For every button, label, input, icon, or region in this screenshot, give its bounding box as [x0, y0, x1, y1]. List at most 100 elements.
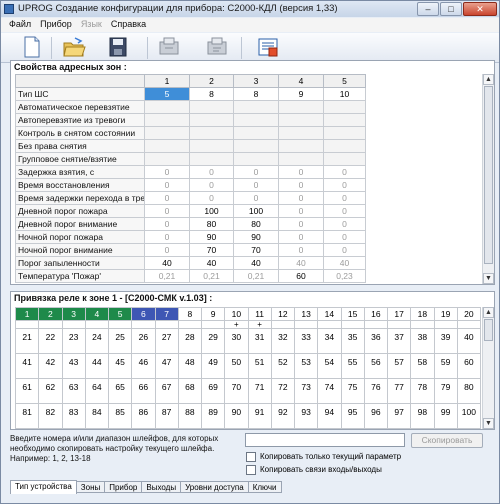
relay-cell[interactable]: 89: [200, 403, 226, 429]
relay-cell[interactable]: 98: [410, 403, 435, 429]
zone-value-cell[interactable]: 0,21: [189, 269, 234, 283]
menu-device[interactable]: Прибор: [36, 18, 77, 32]
zone-value-cell[interactable]: 0: [189, 178, 234, 192]
relay-cell[interactable]: 96: [363, 403, 389, 429]
zone-column-header[interactable]: 2: [189, 74, 234, 88]
scroll-thumb[interactable]: [484, 319, 493, 341]
relay-cell[interactable]: 68: [177, 378, 203, 404]
relay-cell[interactable]: 87: [154, 403, 179, 429]
relay-cell[interactable]: 52: [270, 353, 296, 379]
relay-cell[interactable]: 54: [317, 353, 342, 379]
zone-value-cell[interactable]: 0: [323, 191, 366, 205]
zone-value-cell[interactable]: [233, 126, 279, 140]
relay-cell[interactable]: 6: [131, 307, 156, 321]
tab-device-type[interactable]: Тип устройства: [10, 480, 77, 494]
relay-cell[interactable]: 61: [14, 378, 40, 404]
relay-cell[interactable]: 36: [363, 328, 389, 354]
zone-value-cell[interactable]: [278, 126, 324, 140]
zone-value-cell[interactable]: [189, 139, 234, 153]
relay-cell[interactable]: 33: [293, 328, 319, 354]
relay-cell[interactable]: 3: [61, 307, 86, 321]
relay-cell[interactable]: 59: [433, 353, 458, 379]
relay-cell[interactable]: 92: [270, 403, 296, 429]
relay-cell[interactable]: 83: [61, 403, 86, 429]
relay-cell[interactable]: 97: [386, 403, 412, 429]
zone-value-cell[interactable]: [233, 100, 279, 114]
zone-value-cell[interactable]: 0: [323, 217, 366, 231]
relay-cell[interactable]: 32: [270, 328, 296, 354]
tab-keys[interactable]: Ключи: [248, 481, 282, 493]
zone-value-cell[interactable]: [189, 100, 234, 114]
relay-cell[interactable]: 84: [84, 403, 110, 429]
relay-cell[interactable]: 69: [200, 378, 226, 404]
relay-cell[interactable]: 20: [456, 307, 482, 321]
copy-current-param-checkbox[interactable]: Копировать только текущий параметр: [246, 452, 446, 463]
zone-value-cell[interactable]: 0: [278, 165, 324, 179]
relay-cell[interactable]: 16: [363, 307, 389, 321]
relay-cell[interactable]: 57: [386, 353, 412, 379]
relay-cell[interactable]: 43: [61, 353, 86, 379]
relay-cell[interactable]: 53: [293, 353, 319, 379]
zone-value-cell[interactable]: 0: [278, 178, 324, 192]
relay-cell[interactable]: 60: [456, 353, 482, 379]
zone-value-cell[interactable]: 0,23: [323, 269, 366, 283]
tab-zones[interactable]: Зоны: [76, 481, 106, 493]
zones-range-input[interactable]: [245, 433, 405, 447]
relay-cell[interactable]: 80: [456, 378, 482, 404]
relay-cell[interactable]: 76: [363, 378, 389, 404]
device-config-icon[interactable]: [255, 35, 281, 59]
maximize-button[interactable]: □: [440, 2, 462, 16]
open-icon[interactable]: [61, 35, 87, 59]
zone-value-cell[interactable]: 0: [323, 243, 366, 257]
relay-cell[interactable]: 82: [38, 403, 63, 429]
zone-value-cell[interactable]: [233, 113, 279, 127]
relay-cell[interactable]: 70: [224, 378, 249, 404]
relay-cell[interactable]: 24: [84, 328, 110, 354]
relay-cell[interactable]: 25: [107, 328, 133, 354]
zone-value-cell[interactable]: [323, 152, 366, 166]
relay-cell[interactable]: 13: [293, 307, 319, 321]
zones-scrollbar[interactable]: ▲ ▼: [482, 74, 494, 284]
zone-value-cell[interactable]: 40: [323, 256, 366, 270]
zone-value-cell[interactable]: [189, 113, 234, 127]
relay-cell[interactable]: 72: [270, 378, 296, 404]
zone-value-cell[interactable]: 60: [278, 269, 324, 283]
relay-cell[interactable]: 1: [14, 307, 40, 321]
relay-cell[interactable]: 11: [247, 307, 272, 321]
zone-value-cell[interactable]: 0: [278, 191, 324, 205]
zone-value-cell[interactable]: 0: [323, 178, 366, 192]
zone-value-cell[interactable]: 0: [278, 243, 324, 257]
read-device-icon[interactable]: [156, 35, 182, 59]
relay-cell[interactable]: 95: [340, 403, 365, 429]
zone-column-header[interactable]: 4: [278, 74, 324, 88]
relay-cell[interactable]: 46: [131, 353, 156, 379]
relay-cell[interactable]: 18: [410, 307, 435, 321]
relay-cell[interactable]: 30: [224, 328, 249, 354]
minimize-button[interactable]: –: [417, 2, 439, 16]
zone-value-cell[interactable]: [144, 100, 190, 114]
zone-value-cell[interactable]: 100: [189, 204, 234, 218]
tab-access-levels[interactable]: Уровни доступа: [181, 481, 249, 493]
zone-value-cell[interactable]: [144, 152, 190, 166]
write-device-icon[interactable]: [204, 35, 230, 59]
relay-cell[interactable]: 73: [293, 378, 319, 404]
relay-cell[interactable]: 31: [247, 328, 272, 354]
zone-value-cell[interactable]: 40: [189, 256, 234, 270]
new-icon[interactable]: [18, 35, 44, 59]
relay-cell[interactable]: 63: [61, 378, 86, 404]
zone-value-cell[interactable]: [144, 126, 190, 140]
zone-value-cell[interactable]: 0: [278, 230, 324, 244]
checkbox-box[interactable]: [246, 465, 256, 475]
zone-value-cell[interactable]: 70: [233, 243, 279, 257]
relay-cell[interactable]: 99: [433, 403, 458, 429]
relay-cell[interactable]: 75: [340, 378, 365, 404]
zone-value-cell[interactable]: 0: [144, 204, 190, 218]
relay-cell[interactable]: 94: [317, 403, 342, 429]
zone-value-cell[interactable]: 0: [189, 191, 234, 205]
zone-value-cell[interactable]: 0: [278, 217, 324, 231]
relay-cell[interactable]: 64: [84, 378, 110, 404]
relay-cell[interactable]: 34: [317, 328, 342, 354]
zone-column-header[interactable]: 5: [323, 74, 366, 88]
relay-cell[interactable]: 66: [131, 378, 156, 404]
relay-cell[interactable]: 81: [14, 403, 40, 429]
